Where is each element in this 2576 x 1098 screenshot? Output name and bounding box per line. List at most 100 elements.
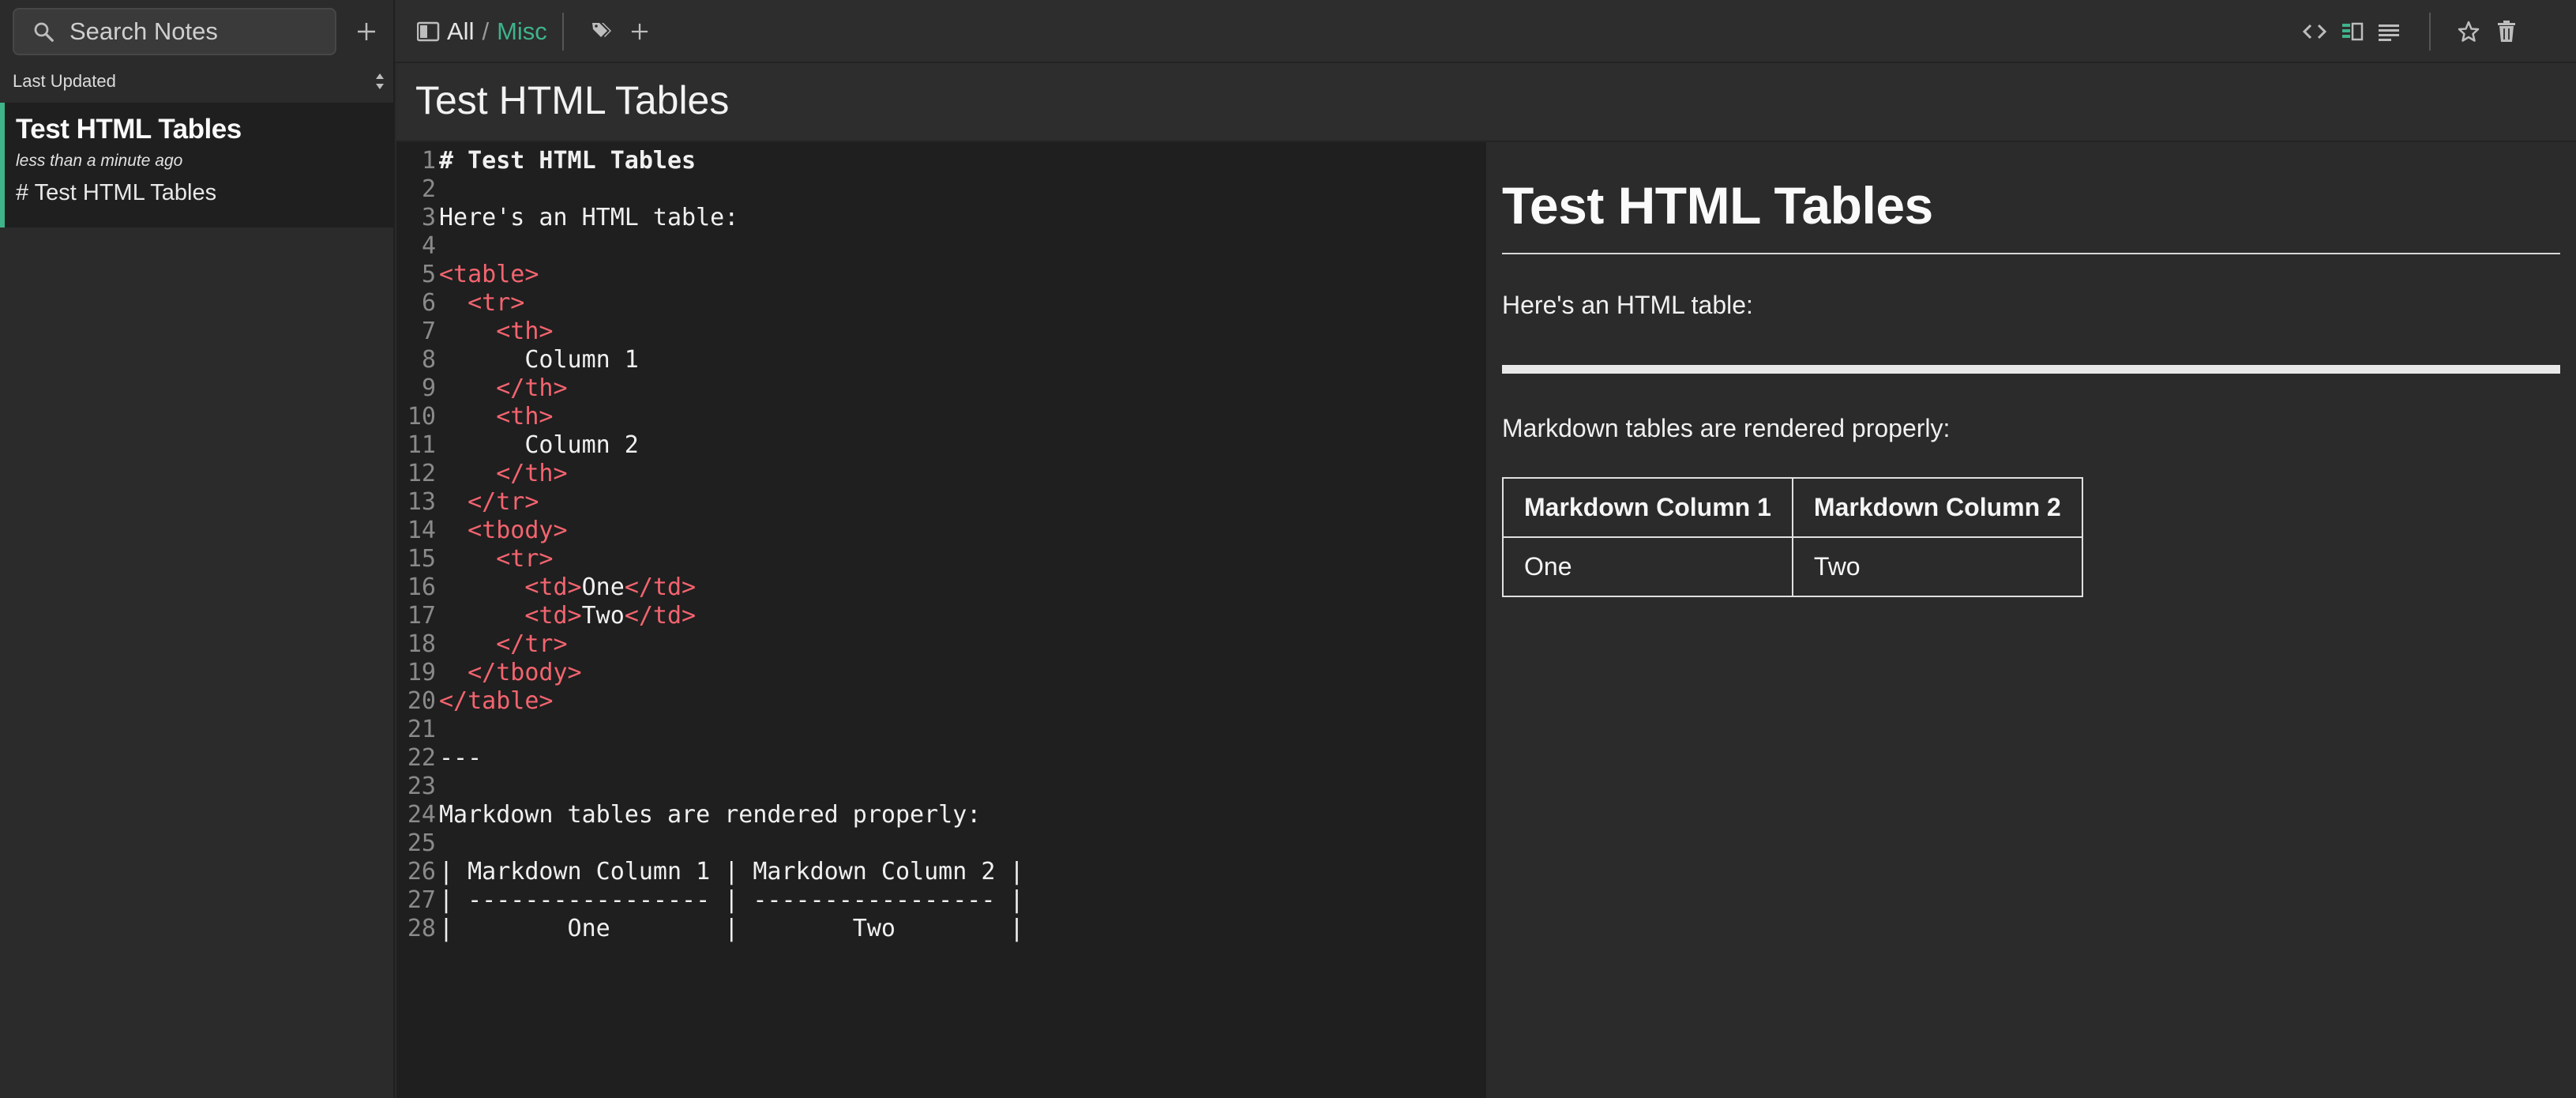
breadcrumb-category[interactable]: Misc (497, 17, 547, 46)
note-list-preview: # Test HTML Tables (16, 180, 217, 205)
line-number: 1 (421, 147, 436, 175)
line-number: 13 (407, 488, 436, 516)
line-number: 26 (407, 858, 436, 886)
plus-icon (358, 23, 375, 40)
code-line[interactable]: 21 (396, 716, 439, 744)
code-line[interactable]: 28 | One | Two | (396, 915, 1024, 943)
code-token: Column 2 (439, 431, 639, 459)
header-divider (562, 13, 564, 51)
sidebar-header (0, 0, 395, 63)
code-line[interactable]: 25 (396, 829, 439, 858)
code-line[interactable]: 20 </table> (396, 687, 554, 716)
new-note-button[interactable] (351, 16, 382, 47)
line-number: 25 (407, 829, 436, 857)
code-line[interactable]: 11 Column 2 (396, 431, 639, 460)
html-tag-token: </table> (439, 687, 554, 715)
code-line[interactable]: 9 </th> (396, 374, 568, 403)
code-line[interactable]: 16 <td>One</td> (396, 573, 696, 602)
line-number: 12 (407, 460, 436, 487)
line-number: 21 (407, 716, 436, 743)
breadcrumb-all[interactable]: All (447, 17, 474, 46)
trash-icon[interactable] (2495, 16, 2518, 47)
preview-markdown-intro: Markdown tables are rendered properly: (1502, 414, 1951, 442)
code-token: Markdown tables are rendered properly: (439, 801, 982, 829)
code-line[interactable]: 22 --- (396, 744, 482, 773)
html-tag-token: </tr> (496, 630, 568, 658)
line-number: 22 (407, 744, 436, 772)
code-line[interactable]: 3 Here's an HTML table: (396, 204, 738, 232)
table-cell: One (1502, 536, 1793, 597)
split-view-icon[interactable] (2341, 16, 2364, 47)
line-number: 11 (407, 431, 436, 459)
code-token: | One | Two | (439, 915, 1024, 942)
line-number: 5 (421, 261, 436, 288)
sort-icon (376, 73, 384, 89)
line-number: 24 (407, 801, 436, 829)
html-tag-token: </td> (624, 573, 697, 601)
heading-underline (1502, 253, 2560, 254)
code-line[interactable]: 7 <th> (396, 318, 554, 346)
search-input[interactable] (69, 17, 330, 46)
notebook-icon (417, 21, 440, 42)
code-line[interactable]: 10 <th> (396, 403, 554, 431)
note-title-input[interactable]: Test HTML Tables (415, 77, 729, 123)
code-line[interactable]: 14 <tbody> (396, 517, 568, 545)
sort-select[interactable]: Last Updated (0, 63, 393, 100)
html-tag-token: </tbody> (468, 659, 582, 686)
line-number: 9 (421, 374, 436, 402)
code-view-icon[interactable] (2301, 16, 2328, 47)
breadcrumb: All / Misc (417, 14, 547, 49)
add-tag-button[interactable] (624, 16, 655, 47)
breadcrumb-separator: / (482, 17, 490, 45)
markdown-editor[interactable]: 1 # Test HTML Tables 2 3 Here's an HTML t… (396, 142, 1486, 1098)
header-divider-right (2429, 13, 2431, 51)
search-box[interactable] (13, 8, 336, 55)
code-line[interactable]: 19 </tbody> (396, 659, 582, 687)
line-number: 4 (421, 232, 436, 260)
code-line[interactable]: 5 <table> (396, 261, 539, 289)
code-line[interactable]: 12 </th> (396, 460, 568, 488)
star-icon[interactable] (2456, 16, 2481, 47)
code-token: | ----------------- | ----------------- … (439, 886, 1024, 914)
preview-view-icon[interactable] (2377, 16, 2401, 47)
code-line[interactable]: 6 <tr> (396, 289, 524, 318)
html-tag-token: </th> (496, 374, 568, 402)
code-line[interactable]: 1 # Test HTML Tables (396, 147, 696, 175)
note-list-item[interactable]: Test HTML Tables less than a minute ago … (0, 103, 395, 227)
line-number: 17 (407, 602, 436, 630)
code-line[interactable]: 23 (396, 773, 439, 801)
code-token: Two (581, 602, 625, 630)
code-line[interactable]: 2 (396, 175, 439, 204)
code-line[interactable]: 24 Markdown tables are rendered properly… (396, 801, 981, 829)
code-line[interactable]: 27 | ----------------- | ---------------… (396, 886, 1024, 915)
code-line[interactable]: 18 </tr> (396, 630, 568, 659)
code-line[interactable]: 4 (396, 232, 439, 261)
code-token: Here's an HTML table: (439, 204, 739, 231)
code-line[interactable]: 26 | Markdown Column 1 | Markdown Column… (396, 858, 1024, 886)
preview-heading: Test HTML Tables (1502, 176, 1933, 235)
line-number: 3 (421, 204, 436, 231)
line-number: 27 (407, 886, 436, 914)
code-line[interactable]: 8 Column 1 (396, 346, 639, 374)
code-token: --- (439, 744, 483, 772)
line-number: 7 (421, 318, 436, 345)
note-list-title: Test HTML Tables (16, 114, 242, 145)
code-line[interactable]: 13 </tr> (396, 488, 539, 517)
html-tag-token: </th> (496, 460, 568, 487)
line-number: 8 (421, 346, 436, 374)
line-number: 10 (407, 403, 436, 431)
tags-icon[interactable] (591, 21, 614, 41)
html-tag-token: </tr> (468, 488, 539, 516)
line-number: 2 (421, 175, 436, 203)
code-line[interactable]: 17 <td>Two</td> (396, 602, 696, 630)
code-line[interactable]: 15 <tr> (396, 545, 554, 573)
html-tag-token: <table> (439, 261, 539, 288)
